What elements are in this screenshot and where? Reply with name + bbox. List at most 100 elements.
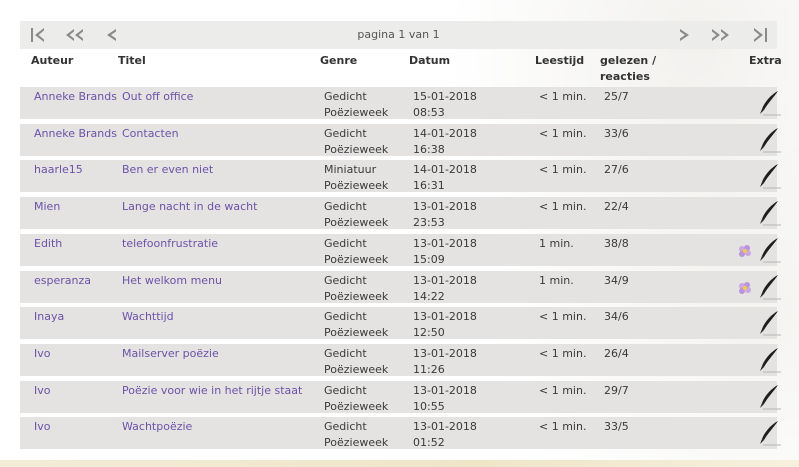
genre-sub: Poëzieweek xyxy=(324,179,389,193)
genre-cell: Gedicht Poëzieweek xyxy=(324,273,388,305)
date-cell: 14-01-2018 16:38 xyxy=(413,126,477,158)
flower-icon xyxy=(737,280,753,296)
quill-pen-icon[interactable] xyxy=(756,199,782,227)
column-read-time[interactable]: Leestijd xyxy=(535,53,584,69)
quill-pen-icon[interactable] xyxy=(756,419,782,447)
title-link[interactable]: Contacten xyxy=(122,126,179,142)
title-link[interactable]: Wachttijd xyxy=(122,309,174,325)
title-link[interactable]: telefoonfrustratie xyxy=(122,236,218,252)
date-cell: 13-01-2018 10:55 xyxy=(413,383,477,415)
quill-pen-icon[interactable] xyxy=(756,126,782,154)
read-time: < 1 min. xyxy=(539,90,587,103)
date-value: 13-01-2018 xyxy=(413,273,477,287)
genre-cell: Gedicht Poëzieweek xyxy=(324,89,388,121)
title-link[interactable]: Out off office xyxy=(122,89,193,105)
time-value: 12:50 xyxy=(413,326,445,340)
read-time: < 1 min. xyxy=(539,346,587,360)
read-stats: 33/6 xyxy=(604,126,629,140)
author-link[interactable]: Inaya xyxy=(34,309,64,325)
genre-value: Gedicht xyxy=(324,273,367,287)
title-link[interactable]: Het welkom menu xyxy=(122,273,222,289)
genre-sub: Poëzieweek xyxy=(324,216,389,230)
column-stats-line2: reacties xyxy=(600,70,650,83)
author-link[interactable]: esperanza xyxy=(34,273,91,289)
column-genre[interactable]: Genre xyxy=(320,53,357,69)
time-value: 16:31 xyxy=(413,179,445,193)
date-value: 13-01-2018 xyxy=(413,200,477,214)
read-time: < 1 min. xyxy=(539,163,587,177)
time-value: 15:09 xyxy=(413,252,445,266)
title-link[interactable]: Ben er even niet xyxy=(122,162,213,178)
author-link[interactable]: Ivo xyxy=(34,383,50,399)
flower-icon xyxy=(737,243,753,259)
read-time: < 1 min. xyxy=(539,383,587,397)
genre-sub: Poëzieweek xyxy=(324,362,389,376)
date-cell: 13-01-2018 14:22 xyxy=(413,273,477,305)
author-link[interactable]: Ivo xyxy=(34,419,50,435)
page-indicator: pagina 1 van 1 xyxy=(357,28,440,41)
column-title[interactable]: Titel xyxy=(118,53,146,69)
pagination-bar: pagina 1 van 1 xyxy=(20,21,777,49)
title-link[interactable]: Lange nacht in de wacht xyxy=(122,199,257,215)
quill-pen-icon[interactable] xyxy=(756,273,782,301)
genre-value: Gedicht xyxy=(324,126,367,140)
genre-cell: Gedicht Poëzieweek xyxy=(324,383,388,415)
footer-strip xyxy=(0,460,799,467)
quill-pen-icon[interactable] xyxy=(756,236,782,264)
table-row: Anneke Brands Out off office Gedicht Poëz… xyxy=(20,87,781,121)
genre-value: Gedicht xyxy=(324,420,367,434)
read-stats: 27/6 xyxy=(604,163,629,177)
date-value: 13-01-2018 xyxy=(413,310,477,324)
next-icon[interactable] xyxy=(676,27,694,43)
column-extra: Extra xyxy=(749,54,782,67)
quill-pen-icon[interactable] xyxy=(756,89,782,117)
genre-sub: Poëzieweek xyxy=(324,399,389,413)
genre-sub: Poëzieweek xyxy=(324,289,389,303)
read-stats: 25/7 xyxy=(604,90,629,103)
genre-sub: Poëzieweek xyxy=(324,326,389,340)
genre-cell: Miniatuur Poëzieweek xyxy=(324,162,388,194)
date-cell: 13-01-2018 15:09 xyxy=(413,236,477,268)
table-row: Ivo Poëzie voor wie in het rijtje staat … xyxy=(20,380,781,415)
title-link[interactable]: Wachtpoëzie xyxy=(122,419,192,435)
read-time: 1 min. xyxy=(539,236,574,250)
author-link[interactable]: haarle15 xyxy=(34,162,83,178)
quill-pen-icon[interactable] xyxy=(756,309,782,337)
column-author[interactable]: Auteur xyxy=(31,53,73,69)
read-stats: 34/6 xyxy=(604,310,629,324)
author-link[interactable]: Edith xyxy=(34,236,62,252)
fast-forward-icon[interactable] xyxy=(710,27,732,43)
time-value: 11:26 xyxy=(413,362,445,376)
author-link[interactable]: Mien xyxy=(34,199,60,215)
author-link[interactable]: Anneke Brands xyxy=(34,126,117,142)
column-stats-line1[interactable]: gelezen / xyxy=(600,53,656,69)
date-value: 13-01-2018 xyxy=(413,383,477,397)
table-row: Anneke Brands Contacten Gedicht Poëziewee… xyxy=(20,123,781,158)
genre-sub: Poëzieweek xyxy=(324,252,389,266)
genre-sub: Poëzieweek xyxy=(324,106,389,119)
genre-value: Gedicht xyxy=(324,236,367,250)
time-value: 10:55 xyxy=(413,399,445,413)
time-value: 01:52 xyxy=(413,436,445,450)
table-header: Auteur Titel Genre Datum Leestijd geleze… xyxy=(20,52,782,84)
quill-pen-icon[interactable] xyxy=(756,346,782,374)
author-link[interactable]: Ivo xyxy=(34,346,50,362)
read-stats: 38/8 xyxy=(604,236,629,250)
quill-pen-icon[interactable] xyxy=(756,162,782,190)
quill-pen-icon[interactable] xyxy=(756,383,782,411)
date-cell: 13-01-2018 11:26 xyxy=(413,346,477,378)
date-value: 15-01-2018 xyxy=(413,90,477,103)
genre-cell: Gedicht Poëzieweek xyxy=(324,419,388,451)
table-row: Ivo Mailserver poëzie Gedicht Poëzieweek … xyxy=(20,343,781,378)
read-stats: 29/7 xyxy=(604,383,629,397)
title-link[interactable]: Mailserver poëzie xyxy=(122,346,219,362)
table-row: Ivo Wachtpoëzie Gedicht Poëzieweek 13-01-… xyxy=(20,417,781,451)
title-link[interactable]: Poëzie voor wie in het rijtje staat xyxy=(122,383,302,399)
read-time: < 1 min. xyxy=(539,420,587,434)
column-date[interactable]: Datum xyxy=(409,53,450,69)
genre-cell: Gedicht Poëzieweek xyxy=(324,236,388,268)
last-page-icon[interactable] xyxy=(751,27,769,43)
date-value: 13-01-2018 xyxy=(413,236,477,250)
author-link[interactable]: Anneke Brands xyxy=(34,89,117,105)
date-value: 13-01-2018 xyxy=(413,346,477,360)
